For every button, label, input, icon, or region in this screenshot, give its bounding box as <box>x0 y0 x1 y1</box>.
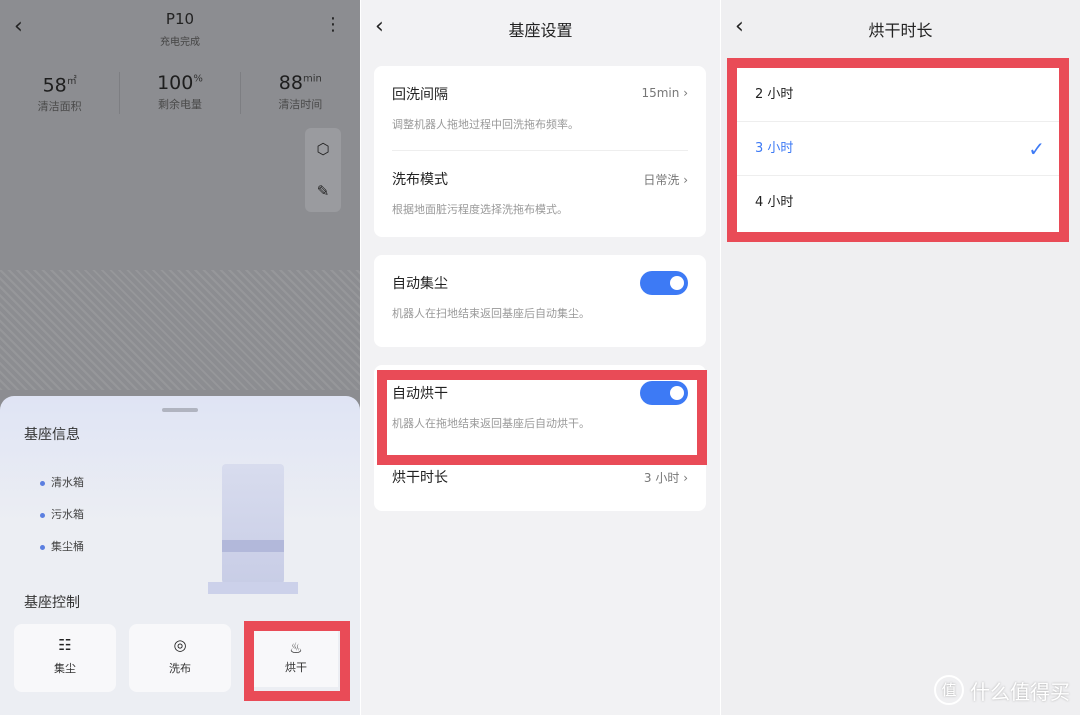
info-item: 清水箱 <box>40 474 84 490</box>
stat-label: 剩余电量 <box>157 98 202 111</box>
stat-value: 100 <box>157 72 194 94</box>
stat-label: 清洁面积 <box>37 100 82 114</box>
stats-bar: 58㎡清洁面积 100% 剩余电量 88min 清洁时间 <box>0 72 360 115</box>
floor-map <box>0 270 360 390</box>
setting-value: 15min › <box>641 86 688 100</box>
control-label: 集尘 <box>54 662 76 675</box>
more-icon[interactable]: ⋮ <box>324 14 342 35</box>
highlight-box <box>727 58 1069 242</box>
page-title: 基座设置 <box>508 21 573 40</box>
stat-unit: ㎡ <box>66 76 77 87</box>
info-item: 集尘桶 <box>40 538 84 554</box>
dust-collect-button[interactable]: ☷ 集尘 <box>14 624 116 692</box>
station-info-title: 基座信息 <box>24 427 80 443</box>
settings-card: 回洗间隔 15min › 调整机器人拖地过程中回洗拖布频率。 洗布模式 日常洗 › 根据… <box>374 66 706 237</box>
map-edit-icon[interactable]: ✎ <box>305 170 341 212</box>
setting-value: 3 小时 › <box>643 471 688 485</box>
wash-icon: ◎ <box>173 636 187 654</box>
stat-battery: 100% 剩余电量 <box>120 72 241 115</box>
highlight-box <box>244 621 350 701</box>
setting-value: 日常洗 › <box>643 173 688 187</box>
sheet-handle[interactable] <box>162 408 198 412</box>
robot-home-screen: ‹ P10 充电完成 ⋮ 58㎡ 清洁面积 100% 剩余电量 88min 清洁时间 … <box>0 0 360 715</box>
station-image <box>208 464 298 594</box>
page-title: 烘干时长 <box>868 21 933 40</box>
auto-dust-toggle[interactable] <box>640 271 688 295</box>
stat-time: 88min 清洁时间 <box>241 72 360 114</box>
station-control-title: 基座控制 <box>24 595 80 611</box>
map-tools: ⬡ ✎ <box>305 128 341 212</box>
dust-bin-icon: ☷ <box>58 636 72 654</box>
setting-auto-dust: 自动集尘 机器人在扫地结束返回基座后自动集尘。 <box>374 255 706 321</box>
watermark-logo: 值什么值得买 <box>934 675 1070 705</box>
setting-desc: 调整机器人拖地过程中回洗拖布频率。 <box>392 118 579 131</box>
station-settings-screen: ‹ 基座设置 回洗间隔 15min › 调整机器人拖地过程中回洗拖布频率。 洗布模式… <box>361 0 720 715</box>
device-status: 充电完成 <box>160 37 200 48</box>
highlight-box <box>377 370 707 465</box>
stat-label: 清洁时间 <box>278 98 323 111</box>
stat-unit: min <box>302 73 322 85</box>
setting-desc: 根据地面脏污程度选择洗拖布模式。 <box>392 203 568 216</box>
setting-desc: 机器人在扫地结束返回基座后自动集尘。 <box>392 307 590 320</box>
stat-unit: % <box>193 73 203 85</box>
settings-card: 自动集尘 机器人在扫地结束返回基座后自动集尘。 <box>374 255 706 347</box>
stat-value: 58 <box>42 74 67 97</box>
stat-area: 58㎡清洁面积 <box>0 72 121 115</box>
stat-value: 88 <box>278 72 303 94</box>
setting-wash-interval[interactable]: 回洗间隔 15min › 调整机器人拖地过程中回洗拖布频率。 <box>374 66 706 132</box>
device-title: P10 <box>165 10 195 28</box>
dry-duration-screen: ‹ 烘干时长 2 小时 3 小时 ✓ 4 小时 值什么值得买 <box>721 0 1080 715</box>
setting-wash-mode[interactable]: 洗布模式 日常洗 › 根据地面脏污程度选择洗拖布模式。 <box>374 151 706 217</box>
wash-button[interactable]: ◎ 洗布 <box>129 624 231 692</box>
3d-cube-icon[interactable]: ⬡ <box>305 128 341 170</box>
control-label: 洗布 <box>169 662 191 675</box>
info-item: 污水箱 <box>40 506 84 522</box>
